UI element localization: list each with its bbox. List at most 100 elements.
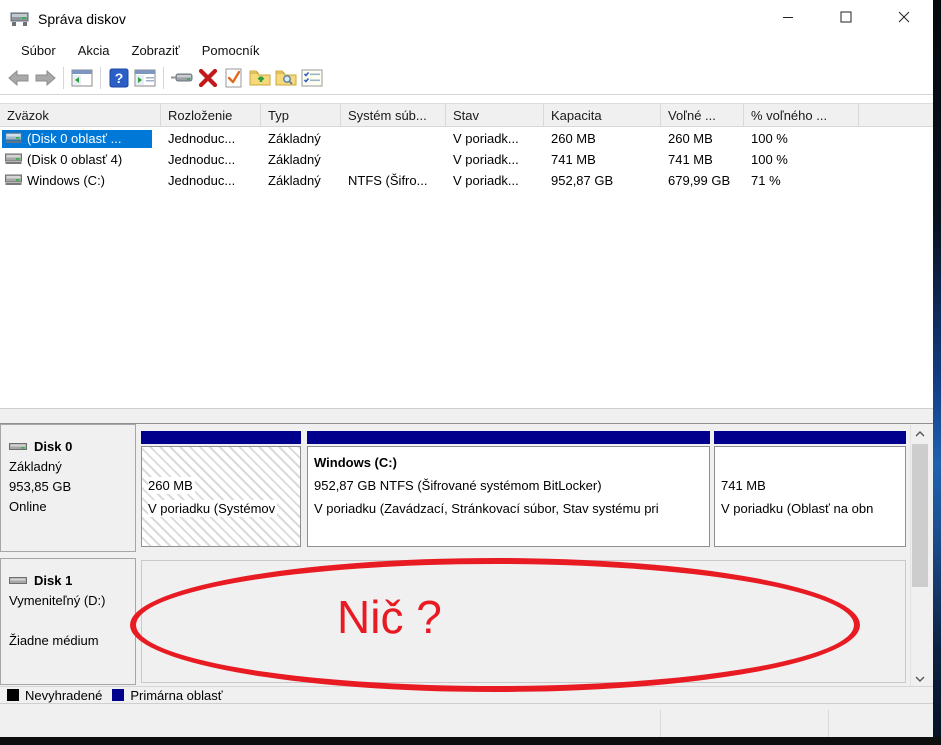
spacer: [0, 95, 933, 103]
col-capacity[interactable]: Kapacita: [544, 104, 661, 126]
cell-layout: Jednoduc...: [161, 152, 261, 167]
minimize-button[interactable]: [759, 0, 817, 34]
screenshot-root: Správa diskov Súbor Akcia Zobraziť Pomoc…: [0, 0, 941, 745]
volume-name: Windows (C:): [27, 173, 105, 188]
toolbar-separator: [63, 67, 64, 89]
partition-size: 260 MB: [148, 474, 294, 497]
status-divider: [828, 710, 829, 737]
forward-icon[interactable]: [32, 65, 58, 91]
bottom-edge-bar: [0, 737, 941, 745]
menu-help[interactable]: Pomocník: [191, 41, 271, 60]
legend-primary-partition: Primárna oblasť: [112, 688, 222, 703]
table-row[interactable]: (Disk 0 oblasť 4) Jednoduc... Základný V…: [0, 149, 933, 170]
cell-status: V poriadk...: [446, 152, 544, 167]
volume-name-cell[interactable]: (Disk 0 oblasť ...: [2, 130, 152, 148]
disk-status: Žiadne médium: [9, 631, 127, 651]
partition-status: V poriadku (Zavádzací, Stránkovací súbor…: [314, 497, 703, 520]
cell-filesystem: NTFS (Šifro...: [341, 173, 446, 188]
disk-management-window: Správa diskov Súbor Akcia Zobraziť Pomoc…: [0, 0, 933, 737]
table-row[interactable]: (Disk 0 oblasť ... Jednoduc... Základný …: [0, 128, 933, 149]
rescan-disks-icon[interactable]: [169, 65, 195, 91]
window-title: Správa diskov: [38, 11, 126, 27]
scroll-up-icon[interactable]: [911, 425, 929, 442]
cell-status: V poriadk...: [446, 173, 544, 188]
col-free-pct[interactable]: % voľného ...: [744, 104, 859, 126]
col-empty: [859, 104, 933, 126]
partition-size: 952,87 GB NTFS (Šifrované systémom BitLo…: [314, 474, 703, 497]
legend-unallocated: Nevyhradené: [7, 688, 102, 703]
cell-free-pct: 100 %: [744, 131, 859, 146]
volumes-table-body: (Disk 0 oblasť ... Jednoduc... Základný …: [0, 127, 933, 408]
partition-status: V poriadku (Systémov: [148, 497, 294, 520]
explore-folder-icon[interactable]: [273, 65, 299, 91]
cell-layout: Jednoduc...: [161, 173, 261, 188]
menu-action[interactable]: Akcia: [67, 41, 121, 60]
col-status[interactable]: Stav: [446, 104, 544, 126]
disk-status: Online: [9, 497, 127, 517]
properties-icon[interactable]: [299, 65, 325, 91]
scroll-down-icon[interactable]: [911, 670, 929, 687]
cell-free: 260 MB: [661, 131, 744, 146]
volume-name-cell[interactable]: (Disk 0 oblasť 4): [2, 151, 152, 169]
disk-type: Základný: [9, 457, 127, 477]
cell-layout: Jednoduc...: [161, 131, 261, 146]
scrollbar-thumb[interactable]: [912, 444, 928, 587]
col-free[interactable]: Voľné ...: [661, 104, 744, 126]
show-action-pane-icon[interactable]: [132, 65, 158, 91]
cell-type: Základný: [261, 131, 341, 146]
legend-bar: Nevyhradené Primárna oblasť: [0, 686, 933, 703]
volume-name: (Disk 0 oblasť ...: [27, 131, 121, 146]
svg-text:?: ?: [115, 70, 124, 86]
partition-title: Windows (C:): [314, 451, 703, 474]
status-divider: [660, 710, 661, 737]
disk1-info-panel[interactable]: Disk 1 Vymeniteľný (D:) Žiadne médium: [0, 558, 136, 685]
col-filesystem[interactable]: Systém súb...: [341, 104, 446, 126]
show-console-tree-icon[interactable]: [69, 65, 95, 91]
app-disk-icon: [10, 12, 29, 27]
cell-capacity: 260 MB: [544, 131, 661, 146]
disk0-row: Disk 0 Základný 953,85 GB Online 260 MB …: [0, 424, 906, 552]
cell-free: 679,99 GB: [661, 173, 744, 188]
volumes-table-header: Zväzok Rozloženie Typ Systém súb... Stav…: [0, 103, 933, 127]
partition-title: [148, 451, 294, 474]
primary-partition-swatch: [112, 689, 124, 701]
desktop-background-strip: [933, 0, 941, 737]
volume-disk-icon: [5, 153, 22, 165]
delete-volume-icon[interactable]: [195, 65, 221, 91]
vertical-scrollbar[interactable]: [910, 425, 928, 687]
partition-recovery[interactable]: 741 MB V poriadku (Oblasť na obn: [714, 431, 906, 547]
primary-partition-bar: [307, 431, 710, 444]
pane-splitter[interactable]: [0, 408, 933, 424]
statusbar: [0, 703, 933, 737]
disk1-no-media-area[interactable]: [141, 560, 906, 683]
cell-type: Základný: [261, 152, 341, 167]
help-icon[interactable]: ?: [106, 65, 132, 91]
volume-name-cell[interactable]: Windows (C:): [2, 172, 152, 190]
back-icon[interactable]: [6, 65, 32, 91]
primary-partition-bar: [714, 431, 906, 444]
disk-name: Disk 0: [34, 437, 72, 457]
cell-free-pct: 71 %: [744, 173, 859, 188]
close-button[interactable]: [875, 0, 933, 34]
open-folder-icon[interactable]: [247, 65, 273, 91]
mark-active-icon[interactable]: [221, 65, 247, 91]
col-layout[interactable]: Rozloženie: [161, 104, 261, 126]
col-volume[interactable]: Zväzok: [0, 104, 161, 126]
cell-type: Základný: [261, 173, 341, 188]
maximize-button[interactable]: [817, 0, 875, 34]
toolbar-separator: [163, 67, 164, 89]
disk-name: Disk 1: [34, 571, 72, 591]
cell-status: V poriadk...: [446, 131, 544, 146]
col-type[interactable]: Typ: [261, 104, 341, 126]
disk0-info-panel[interactable]: Disk 0 Základný 953,85 GB Online: [0, 424, 136, 552]
cell-free-pct: 100 %: [744, 152, 859, 167]
graphical-view: Disk 0 Základný 953,85 GB Online 260 MB …: [0, 424, 933, 703]
table-row[interactable]: Windows (C:) Jednoduc... Základný NTFS (…: [0, 170, 933, 191]
titlebar: Správa diskov: [0, 0, 933, 38]
menu-file[interactable]: Súbor: [10, 41, 67, 60]
volume-disk-icon: [5, 132, 22, 144]
menu-view[interactable]: Zobraziť: [121, 41, 191, 60]
partition-status: V poriadku (Oblasť na obn: [721, 497, 899, 520]
partition-windows-c[interactable]: Windows (C:) 952,87 GB NTFS (Šifrované s…: [307, 431, 710, 547]
partition-efi[interactable]: 260 MB V poriadku (Systémov: [141, 431, 301, 547]
